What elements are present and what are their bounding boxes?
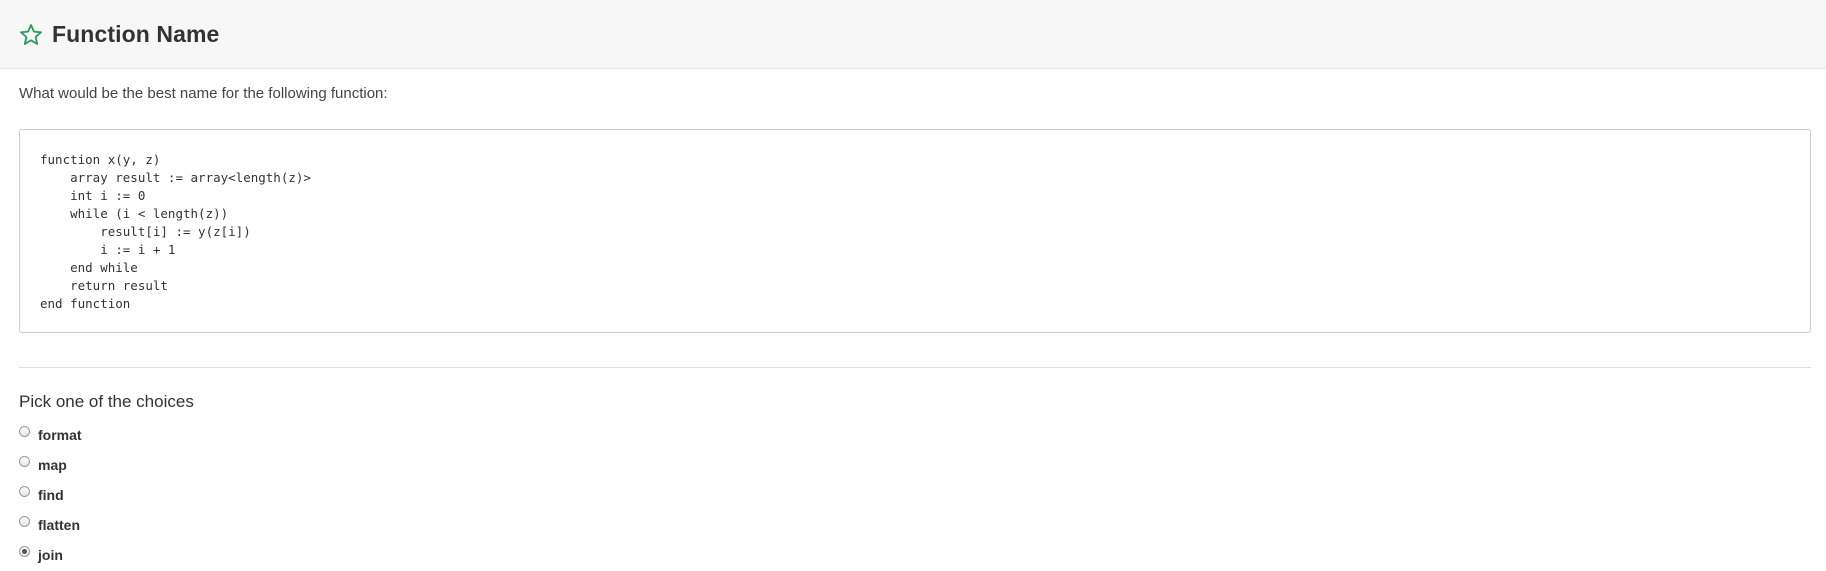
- question-text: What would be the best name for the foll…: [19, 85, 388, 102]
- choices-heading: Pick one of the choices: [19, 392, 194, 411]
- choice-option-format[interactable]: format: [19, 418, 1811, 448]
- radio-button[interactable]: [19, 516, 30, 527]
- choice-list: format map find flatten join: [19, 418, 1811, 568]
- code-block: function x(y, z) array result := array<l…: [19, 129, 1811, 333]
- choice-option-map[interactable]: map: [19, 448, 1811, 478]
- star-icon[interactable]: [19, 23, 43, 47]
- radio-button[interactable]: [19, 456, 30, 467]
- page-header: Function Name: [0, 0, 1826, 69]
- choice-label[interactable]: format: [38, 427, 82, 443]
- page-title: Function Name: [52, 20, 220, 47]
- section-divider: [19, 367, 1811, 368]
- choice-option-find[interactable]: find: [19, 478, 1811, 508]
- radio-button[interactable]: [19, 486, 30, 497]
- choice-option-join[interactable]: join: [19, 538, 1811, 568]
- code-listing: function x(y, z) array result := array<l…: [40, 152, 311, 311]
- main-content: What would be the best name for the foll…: [0, 84, 1826, 568]
- radio-button[interactable]: [19, 426, 30, 437]
- radio-button[interactable]: [19, 546, 30, 557]
- choice-option-flatten[interactable]: flatten: [19, 508, 1811, 538]
- choice-label[interactable]: find: [38, 487, 64, 503]
- choice-label[interactable]: join: [38, 547, 63, 563]
- choice-label[interactable]: flatten: [38, 517, 80, 533]
- choice-label[interactable]: map: [38, 457, 67, 473]
